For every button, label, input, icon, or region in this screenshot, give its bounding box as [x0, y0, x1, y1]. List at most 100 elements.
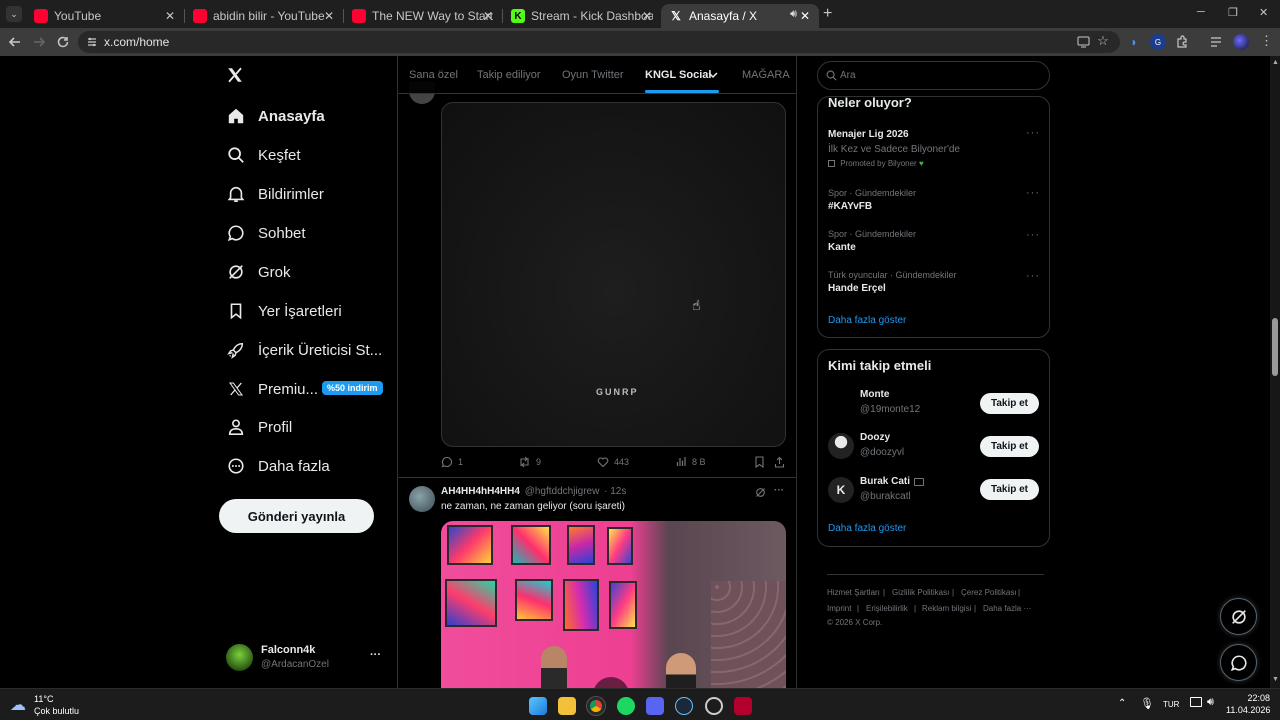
install-app-icon[interactable] [1076, 35, 1090, 49]
windows-start-icon[interactable] [529, 697, 547, 715]
tab-for-you[interactable]: Sana özel [409, 69, 458, 81]
footer-link[interactable]: Erişilebilirlik [866, 604, 908, 613]
sidebar-item-explore[interactable]: Keşfet [226, 139, 301, 171]
post-author-name[interactable]: AH4HH4hH4HH4 [441, 486, 520, 497]
post-media[interactable]: GUNRP ☝︎ [441, 102, 786, 447]
volume-icon[interactable]: 🔊︎ [1207, 696, 1214, 709]
follow-button[interactable]: Takip et [980, 479, 1039, 500]
reading-list-icon[interactable] [1208, 34, 1224, 50]
post-more-icon[interactable]: ··· [774, 485, 784, 496]
trend-more-icon[interactable]: ··· [1026, 187, 1040, 199]
file-explorer-icon[interactable] [558, 697, 576, 715]
account-more-icon[interactable]: ··· [370, 649, 381, 661]
close-tab-icon[interactable]: ✕ [639, 8, 655, 24]
tab-search-icon[interactable]: ⌄ [6, 6, 22, 22]
app-icon[interactable] [734, 697, 752, 715]
tab-youtube[interactable]: YouTube ✕ [26, 4, 184, 28]
microphone-icon[interactable]: 🎙︎ [1140, 697, 1154, 710]
sidebar-item-profile[interactable]: Profil [226, 411, 292, 443]
video-play-icon[interactable] [593, 677, 629, 688]
footer-link[interactable]: Hizmet Şartları [827, 588, 880, 597]
chevron-down-icon[interactable] [708, 70, 718, 80]
back-icon[interactable] [7, 34, 23, 50]
sidebar-item-premium[interactable]: Premiu... [226, 373, 318, 405]
search-box[interactable]: Ara [817, 61, 1050, 90]
repost-button[interactable]: 9 [518, 456, 541, 468]
tab-gaming-twitter[interactable]: Oyun Twitter [562, 69, 624, 81]
trends-show-more[interactable]: Daha fazla göster [828, 315, 906, 326]
extensions-puzzle-icon[interactable] [1174, 34, 1190, 50]
close-tab-icon[interactable]: ✕ [162, 8, 178, 24]
minimize-button[interactable]: ─ [1197, 6, 1205, 18]
restore-button[interactable]: ❐ [1228, 6, 1238, 19]
scrollbar-thumb[interactable] [1272, 318, 1278, 376]
language-indicator[interactable]: TUR [1163, 700, 1179, 709]
close-tab-icon[interactable]: ✕ [797, 8, 813, 24]
tab-kngl-social[interactable]: KNGL Social [645, 69, 711, 81]
trend-title[interactable]: #KAYvFB [828, 201, 872, 212]
bookmark-icon[interactable] [754, 456, 765, 468]
trend-more-icon[interactable]: ··· [1026, 270, 1040, 282]
footer-link[interactable]: Çerez Politikası [961, 588, 1017, 597]
trend-title[interactable]: Menajer Lig 2026 [828, 129, 909, 140]
forward-icon[interactable] [31, 34, 47, 50]
sidebar-item-home[interactable]: Anasayfa [226, 100, 325, 132]
bookmark-star-icon[interactable]: ☆ [1096, 33, 1110, 48]
close-tab-icon[interactable]: ✕ [480, 8, 496, 24]
trend-more-icon[interactable]: ··· [1026, 229, 1040, 241]
sidebar-item-notifications[interactable]: Bildirimler [226, 178, 324, 210]
tab-new-way[interactable]: The NEW Way to Start a Succe ✕ [344, 4, 502, 28]
network-icon[interactable] [1190, 697, 1202, 707]
steam-icon[interactable] [675, 697, 693, 715]
x-logo-icon[interactable] [226, 66, 246, 86]
scrollbar-down-icon[interactable]: ▼ [1272, 676, 1279, 683]
trend-more-icon[interactable]: ··· [1026, 127, 1040, 139]
trend-title[interactable]: Kante [828, 242, 856, 253]
clock[interactable]: 22:08 11.04.2026 [1226, 692, 1270, 718]
post-button[interactable]: Gönderi yayınla [219, 499, 374, 533]
reload-icon[interactable] [55, 34, 71, 50]
extension-icon[interactable]: ◗ [1126, 34, 1142, 50]
grok-icon[interactable] [755, 487, 766, 498]
post-media[interactable] [441, 521, 786, 688]
footer-link[interactable]: Daha fazla ··· [983, 604, 1031, 613]
close-window-button[interactable]: ✕ [1259, 6, 1268, 19]
tab-x-home[interactable]: 𝕏 Anasayfa / X 🔊︎ ✕ [661, 4, 819, 28]
follow-button[interactable]: Takip et [980, 436, 1039, 457]
sidebar-item-bookmarks[interactable]: Yer İşaretleri [226, 295, 342, 327]
post-avatar[interactable] [409, 486, 435, 512]
speaker-icon[interactable]: 🔊︎ [790, 8, 797, 21]
footer-link[interactable]: Reklam bilgisi [922, 604, 971, 613]
tab-magara[interactable]: MAĞARA [742, 69, 790, 81]
new-tab-button[interactable]: + [823, 5, 832, 23]
address-bar[interactable]: x.com/home ☆ [78, 31, 1120, 53]
tab-abidin[interactable]: abidin bilir - YouTube ✕ [185, 4, 343, 28]
spotify-icon[interactable] [617, 697, 635, 715]
messages-float-button[interactable] [1220, 644, 1257, 681]
tab-kick[interactable]: K Stream - Kick Dashboard ✕ [503, 4, 661, 28]
close-tab-icon[interactable]: ✕ [321, 8, 337, 24]
discord-icon[interactable] [646, 697, 664, 715]
sidebar-item-more[interactable]: Daha fazla [226, 450, 330, 482]
post-author-handle[interactable]: @hgftddchjigrew [525, 486, 600, 497]
post-time[interactable]: · 12s [604, 486, 626, 497]
site-info-icon[interactable] [86, 36, 98, 48]
browser-menu-icon[interactable]: ⋮ [1260, 33, 1273, 49]
views-button[interactable]: 8 B [676, 456, 706, 467]
scrollbar-up-icon[interactable]: ▲ [1272, 59, 1279, 66]
sidebar-item-creator-studio[interactable]: İçerik Üreticisi St... [226, 334, 382, 366]
sidebar-item-chat[interactable]: Sohbet [226, 217, 306, 249]
chrome-icon[interactable] [587, 697, 605, 715]
grok-float-button[interactable] [1220, 598, 1257, 635]
share-icon[interactable] [774, 456, 785, 468]
trend-title[interactable]: Hande Erçel [828, 283, 886, 294]
like-button[interactable]: 443 [597, 456, 629, 468]
footer-link[interactable]: Imprint [827, 604, 851, 613]
tray-chevron-icon[interactable]: ⌃ [1118, 698, 1126, 709]
footer-link[interactable]: Gizlilik Politikası [892, 588, 949, 597]
reply-button[interactable]: 1 [441, 456, 463, 468]
profile-avatar-icon[interactable] [1233, 34, 1249, 50]
account-switcher[interactable]: Falconn4k @ArdacanOzel ··· [226, 643, 386, 677]
who-to-follow-show-more[interactable]: Daha fazla göster [828, 523, 906, 534]
scrollbar-track[interactable]: ▲ ▼ [1270, 56, 1280, 688]
